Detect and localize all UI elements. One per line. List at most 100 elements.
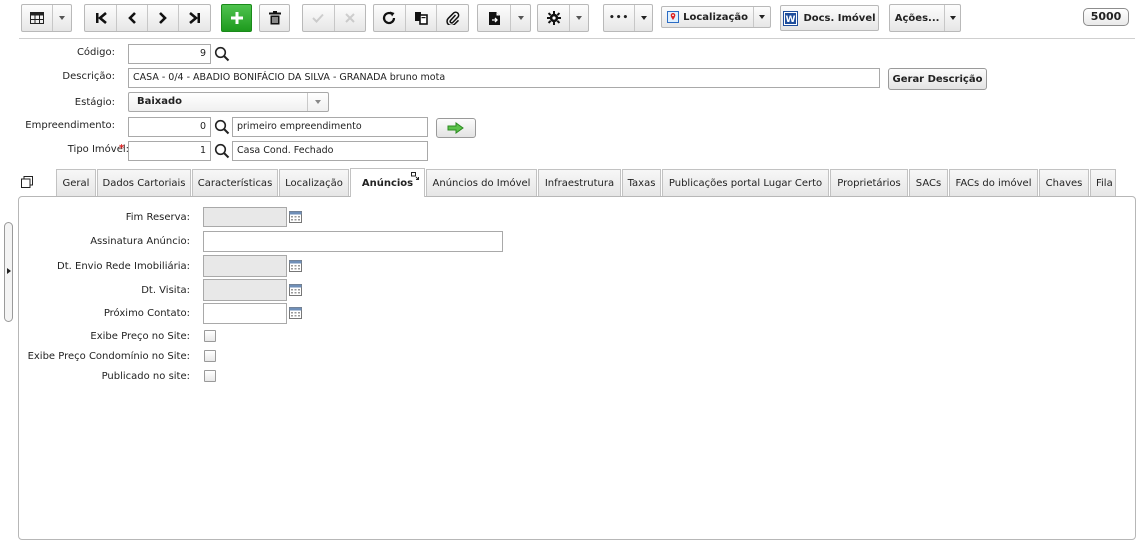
localizacao-button[interactable]: Localização bbox=[661, 6, 771, 28]
assinatura-anuncio-field[interactable] bbox=[203, 231, 503, 252]
first-icon bbox=[95, 12, 107, 24]
svg-text:W: W bbox=[786, 15, 796, 25]
go-empreendimento-button[interactable] bbox=[436, 118, 476, 138]
calendar-icon[interactable] bbox=[289, 284, 302, 296]
copy-button[interactable] bbox=[406, 5, 438, 31]
chevron-right-icon bbox=[7, 268, 11, 274]
descricao-field[interactable]: CASA - 0/4 - ABADIO BONIFÁCIO DA SILVA -… bbox=[128, 68, 880, 88]
tipo-imovel-code-field[interactable]: 1 bbox=[128, 141, 211, 161]
dt-visita-label: Dt. Visita: bbox=[141, 285, 190, 296]
refresh-button[interactable] bbox=[374, 5, 406, 31]
search-icon[interactable] bbox=[214, 119, 230, 135]
record-counter: 5000 bbox=[1083, 8, 1129, 26]
add-button[interactable] bbox=[221, 4, 252, 32]
next-record-button[interactable] bbox=[148, 5, 179, 31]
tab-sacs[interactable]: SACs bbox=[909, 169, 948, 196]
paperclip-icon bbox=[445, 11, 459, 25]
chevron-down-icon bbox=[307, 93, 328, 111]
publicado-site-checkbox[interactable] bbox=[204, 370, 216, 382]
proximo-contato-field[interactable] bbox=[203, 303, 287, 324]
delete-button[interactable] bbox=[259, 4, 290, 32]
empreendimento-code-field[interactable]: 0 bbox=[128, 117, 211, 137]
previous-record-button[interactable] bbox=[117, 5, 148, 31]
acoes-label: Ações... bbox=[890, 5, 946, 31]
cancel-button[interactable] bbox=[335, 5, 366, 31]
tab-publicacoes-portal[interactable]: Publicações portal Lugar Certo bbox=[662, 169, 829, 196]
more-icon: ••• bbox=[604, 5, 636, 31]
trash-icon bbox=[268, 11, 281, 25]
exibe-preco-condominio-checkbox[interactable] bbox=[204, 350, 216, 362]
search-icon[interactable] bbox=[214, 143, 230, 159]
exibe-preco-condominio-label: Exibe Preço Condomínio no Site: bbox=[27, 351, 190, 362]
tab-facs-do-imovel[interactable]: FACs do imóvel bbox=[949, 169, 1038, 196]
report-menu[interactable] bbox=[477, 4, 531, 32]
restore-window-icon[interactable] bbox=[21, 176, 33, 188]
last-icon bbox=[188, 12, 200, 24]
calendar-icon[interactable] bbox=[289, 307, 302, 319]
docs-imovel-button[interactable]: W Docs. Imóvel bbox=[780, 5, 879, 31]
chevron-down-icon[interactable] bbox=[635, 5, 652, 31]
more-menu[interactable]: ••• bbox=[603, 4, 653, 32]
arrow-right-icon bbox=[447, 122, 464, 134]
document-icon bbox=[478, 5, 512, 31]
dt-visita-field[interactable] bbox=[203, 279, 287, 301]
popout-icon[interactable] bbox=[411, 172, 419, 180]
edit-actions bbox=[302, 4, 366, 32]
required-marker: * bbox=[119, 143, 125, 154]
fim-reserva-field[interactable] bbox=[203, 207, 287, 227]
codigo-field[interactable]: 9 bbox=[128, 44, 211, 64]
estagio-value: Baixado bbox=[137, 96, 183, 107]
tab-anuncios[interactable]: Anúncios bbox=[350, 168, 425, 197]
anuncios-panel bbox=[18, 196, 1136, 540]
record-navigation bbox=[84, 4, 211, 32]
plus-icon bbox=[230, 12, 243, 24]
exibe-preco-site-label: Exibe Preço no Site: bbox=[90, 331, 190, 342]
tab-chaves[interactable]: Chaves bbox=[1039, 169, 1089, 196]
attach-button[interactable] bbox=[437, 5, 468, 31]
tab-anuncios-label: Anúncios bbox=[361, 177, 414, 189]
search-icon[interactable] bbox=[214, 46, 230, 62]
side-panel-toggle[interactable] bbox=[4, 222, 13, 322]
proximo-contato-label: Próximo Contato: bbox=[103, 308, 190, 319]
tab-fila[interactable]: Fila bbox=[1090, 169, 1116, 196]
calendar-icon[interactable] bbox=[289, 260, 302, 272]
tab-localizacao[interactable]: Localização bbox=[279, 169, 349, 196]
fim-reserva-label: Fim Reserva: bbox=[125, 212, 190, 223]
grid-view-button[interactable] bbox=[21, 4, 72, 32]
tab-dados-cartoriais[interactable]: Dados Cartoriais bbox=[97, 169, 191, 196]
descricao-label: Descrição: bbox=[62, 71, 115, 82]
dt-envio-rede-label: Dt. Envio Rede Imobiliária: bbox=[57, 261, 190, 272]
check-icon bbox=[312, 13, 324, 23]
localizacao-label: Localização bbox=[683, 11, 749, 23]
empreendimento-name-field[interactable]: primeiro empreendimento bbox=[232, 117, 428, 137]
tipo-imovel-name-field[interactable]: Casa Cond. Fechado bbox=[232, 141, 428, 161]
tab-geral[interactable]: Geral bbox=[56, 169, 96, 196]
codigo-label: Código: bbox=[76, 47, 115, 58]
exibe-preco-site-checkbox[interactable] bbox=[204, 330, 216, 342]
chevron-down-icon[interactable] bbox=[511, 5, 530, 31]
last-record-button[interactable] bbox=[179, 5, 210, 31]
chevron-down-icon[interactable] bbox=[945, 5, 960, 31]
tab-anuncios-do-imovel[interactable]: Anúncios do Imóvel bbox=[426, 169, 537, 196]
chevron-down-icon[interactable] bbox=[53, 5, 71, 31]
dt-envio-rede-field[interactable] bbox=[203, 255, 287, 277]
estagio-select[interactable]: Baixado bbox=[128, 92, 329, 112]
tab-taxas[interactable]: Taxas bbox=[622, 169, 661, 196]
chevron-down-icon[interactable] bbox=[570, 5, 588, 31]
toolbar-divider bbox=[19, 38, 1135, 39]
gerar-descricao-button[interactable]: Gerar Descrição bbox=[888, 68, 987, 90]
confirm-button[interactable] bbox=[303, 5, 335, 31]
first-record-button[interactable] bbox=[85, 5, 117, 31]
calendar-icon[interactable] bbox=[289, 211, 302, 223]
grid-icon bbox=[22, 5, 54, 31]
tab-proprietarios[interactable]: Proprietários bbox=[830, 169, 908, 196]
empreendimento-label: Empreendimento: bbox=[25, 120, 115, 131]
settings-menu[interactable] bbox=[537, 4, 589, 32]
acoes-menu[interactable]: Ações... bbox=[889, 4, 961, 32]
tab-infraestrutura[interactable]: Infraestrutura bbox=[538, 169, 621, 196]
assinatura-anuncio-label: Assinatura Anúncio: bbox=[90, 236, 190, 247]
localizacao-label-wrap: Localização bbox=[662, 7, 755, 27]
chevron-down-icon[interactable] bbox=[754, 7, 770, 27]
gear-icon bbox=[538, 5, 571, 31]
tab-caracteristicas[interactable]: Características bbox=[192, 169, 278, 196]
